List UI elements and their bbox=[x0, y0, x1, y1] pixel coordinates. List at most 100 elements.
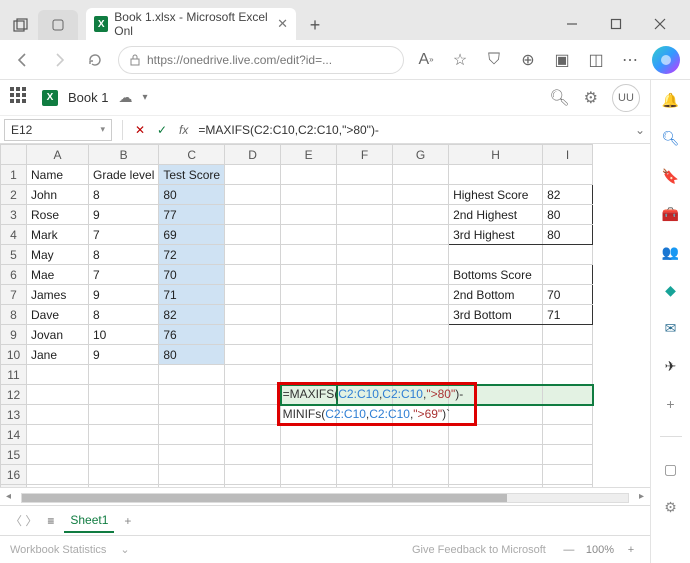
cell[interactable] bbox=[27, 485, 89, 488]
col-header[interactable]: B bbox=[89, 145, 159, 165]
workbook-statistics-button[interactable]: Workbook Statistics bbox=[10, 544, 106, 556]
cell[interactable]: 82 bbox=[543, 185, 593, 205]
cancel-formula-icon[interactable]: ✕ bbox=[129, 123, 151, 137]
cell[interactable] bbox=[225, 345, 281, 365]
cell[interactable] bbox=[337, 345, 393, 365]
menu-icon[interactable]: ⋯ bbox=[618, 48, 642, 72]
cell[interactable]: 82 bbox=[159, 305, 225, 325]
cell[interactable]: 72 bbox=[159, 245, 225, 265]
cell[interactable] bbox=[281, 225, 337, 245]
cell[interactable]: 71 bbox=[159, 285, 225, 305]
close-window-button[interactable] bbox=[638, 8, 682, 40]
cell[interactable] bbox=[225, 285, 281, 305]
row-header[interactable]: 14 bbox=[1, 425, 27, 445]
cell[interactable] bbox=[393, 345, 449, 365]
cell[interactable] bbox=[449, 425, 543, 445]
scroll-left-icon[interactable]: ◂ bbox=[6, 491, 11, 502]
cell[interactable] bbox=[337, 285, 393, 305]
col-header[interactable]: I bbox=[543, 145, 593, 165]
cell[interactable]: 3rd Bottom bbox=[449, 305, 543, 325]
copilot-icon[interactable] bbox=[652, 46, 680, 74]
cell[interactable] bbox=[543, 405, 593, 425]
cell[interactable] bbox=[337, 425, 393, 445]
notification-bell-icon[interactable]: 🔔 bbox=[661, 90, 681, 110]
app-launcher-icon[interactable] bbox=[10, 87, 32, 109]
cell[interactable] bbox=[393, 265, 449, 285]
file-name[interactable]: Book 1 bbox=[68, 90, 108, 105]
cell[interactable] bbox=[281, 305, 337, 325]
row-header[interactable]: 11 bbox=[1, 365, 27, 385]
cell[interactable] bbox=[225, 225, 281, 245]
cell[interactable] bbox=[225, 425, 281, 445]
cell[interactable]: 77 bbox=[159, 205, 225, 225]
cell[interactable] bbox=[281, 465, 337, 485]
close-tab-icon[interactable]: ✕ bbox=[277, 16, 288, 32]
cell[interactable] bbox=[27, 365, 89, 385]
cell[interactable] bbox=[27, 405, 89, 425]
cell[interactable] bbox=[159, 465, 225, 485]
people-icon[interactable]: 👥 bbox=[661, 242, 681, 262]
cell[interactable] bbox=[89, 365, 159, 385]
cell[interactable] bbox=[449, 465, 543, 485]
cell[interactable] bbox=[225, 365, 281, 385]
cell[interactable] bbox=[337, 325, 393, 345]
row-header[interactable]: 8 bbox=[1, 305, 27, 325]
cell[interactable] bbox=[337, 205, 393, 225]
select-all-corner[interactable] bbox=[1, 145, 27, 165]
cell[interactable] bbox=[159, 385, 225, 405]
cell[interactable] bbox=[449, 325, 543, 345]
cell[interactable]: John bbox=[27, 185, 89, 205]
games-icon[interactable]: ◆ bbox=[661, 280, 681, 300]
sheet-tab-active[interactable]: Sheet1 bbox=[64, 509, 114, 533]
cell[interactable] bbox=[337, 185, 393, 205]
cell[interactable] bbox=[159, 445, 225, 465]
cell[interactable] bbox=[89, 425, 159, 445]
send-icon[interactable]: ✈ bbox=[661, 356, 681, 376]
spreadsheet-grid[interactable]: A B C D E F G H I 1NameGrade levelTest S… bbox=[0, 144, 650, 487]
refresh-button[interactable] bbox=[82, 47, 108, 73]
cell[interactable]: 7 bbox=[89, 265, 159, 285]
cell[interactable] bbox=[89, 445, 159, 465]
cell[interactable] bbox=[393, 445, 449, 465]
cell[interactable] bbox=[281, 165, 337, 185]
cell[interactable] bbox=[89, 485, 159, 488]
cell[interactable] bbox=[225, 465, 281, 485]
cell[interactable]: 8 bbox=[89, 245, 159, 265]
settings-icon[interactable]: ⚙ bbox=[584, 88, 598, 108]
cell[interactable] bbox=[225, 205, 281, 225]
row-header[interactable]: 12 bbox=[1, 385, 27, 405]
cell[interactable] bbox=[281, 325, 337, 345]
cell[interactable]: 9 bbox=[89, 205, 159, 225]
cell[interactable]: 71 bbox=[543, 305, 593, 325]
cell[interactable]: 76 bbox=[159, 325, 225, 345]
cell[interactable] bbox=[393, 465, 449, 485]
cell[interactable]: Name bbox=[27, 165, 89, 185]
save-status-icon[interactable]: ☁ bbox=[118, 89, 132, 106]
url-input[interactable]: https://onedrive.live.com/edit?id=... bbox=[118, 46, 404, 74]
cell[interactable] bbox=[225, 245, 281, 265]
row-header[interactable]: 3 bbox=[1, 205, 27, 225]
cell[interactable] bbox=[393, 365, 449, 385]
reading-mode-icon[interactable]: A» bbox=[414, 48, 438, 72]
cell[interactable] bbox=[89, 385, 159, 405]
cell[interactable]: 70 bbox=[159, 265, 225, 285]
col-header[interactable]: F bbox=[337, 145, 393, 165]
file-menu-chevron-icon[interactable]: ▾ bbox=[142, 92, 147, 103]
col-header[interactable]: D bbox=[225, 145, 281, 165]
cell[interactable] bbox=[225, 325, 281, 345]
cell[interactable]: 70 bbox=[543, 285, 593, 305]
cell[interactable] bbox=[225, 385, 281, 405]
cell[interactable] bbox=[27, 385, 89, 405]
cell[interactable] bbox=[225, 305, 281, 325]
cell[interactable] bbox=[225, 265, 281, 285]
cell[interactable] bbox=[393, 165, 449, 185]
row-header[interactable]: 15 bbox=[1, 445, 27, 465]
cell[interactable] bbox=[337, 165, 393, 185]
cell[interactable] bbox=[543, 165, 593, 185]
formula-input[interactable]: =MAXIFS(C2:C10,C2:C10,">80")- bbox=[194, 123, 630, 137]
cell[interactable] bbox=[393, 185, 449, 205]
col-header[interactable]: G bbox=[393, 145, 449, 165]
cell[interactable] bbox=[27, 465, 89, 485]
cell[interactable] bbox=[159, 485, 225, 488]
cell[interactable] bbox=[281, 205, 337, 225]
